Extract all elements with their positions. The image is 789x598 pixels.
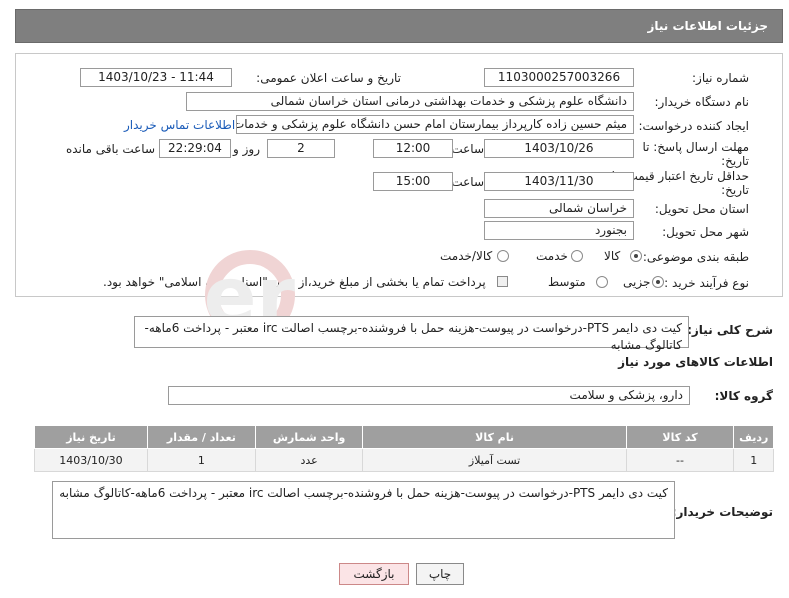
process-radio-medium[interactable] (596, 276, 608, 288)
category-label: طبقه بندی موضوعی: (642, 250, 749, 264)
city-field: بجنورد (484, 221, 634, 240)
process-option-minor: جزیی (623, 275, 651, 289)
goods-section-title: اطلاعات کالاهای مورد نیاز (618, 355, 773, 369)
buyer-org-label: نام دستگاه خریدار: (654, 95, 750, 109)
creator-field: میثم حسین زاده کارپرداز بیمارستان امام ح… (236, 115, 634, 134)
cell-item-name: تست آمیلاز (362, 448, 627, 472)
category-option-service: خدمت (536, 249, 568, 263)
items-table: ردیف کد کالا نام کالا واحد شمارش تعداد /… (34, 425, 774, 472)
cell-need-date: 1403/10/30 (34, 448, 148, 472)
header-item-name: نام کالا (362, 425, 627, 449)
need-number-field: 1103000257003266 (484, 68, 634, 87)
process-radio-minor[interactable] (652, 276, 664, 288)
remaining-time-field: 22:29:04 (159, 139, 231, 158)
remaining-label: ساعت باقی مانده (65, 142, 155, 156)
province-field: خراسان شمالی (484, 199, 634, 218)
header-item-code: کد کالا (625, 425, 735, 449)
category-radio-both[interactable] (497, 250, 509, 262)
validity-time-label: ساعت (451, 175, 484, 189)
send-time-field: 12:00 (373, 139, 453, 158)
validity-date-field: 1403/11/30 (484, 172, 634, 191)
days-field: 2 (267, 139, 335, 158)
print-button[interactable]: چاپ (416, 563, 464, 585)
validity-date-label: تاریخ: (721, 183, 749, 197)
city-label: شهر محل تحویل: (662, 225, 749, 239)
send-deadline-label: مهلت ارسال پاسخ: تا (642, 140, 749, 154)
cell-row-number: 1 (733, 448, 774, 472)
summary-label: شرح کلی نیاز: (687, 323, 773, 337)
validity-time-field: 15:00 (373, 172, 453, 191)
category-option-goods: کالا (604, 249, 621, 263)
cell-unit: عدد (254, 448, 364, 472)
payment-note: پرداخت تمام یا بخشی از مبلغ خرید،از محل … (103, 275, 486, 289)
cell-quantity: 1 (146, 448, 256, 472)
table-header-row: ردیف کد کالا نام کالا واحد شمارش تعداد /… (34, 425, 774, 449)
header-need-date: تاریخ نیاز (34, 425, 148, 449)
buyer-notes-label: توضیحات خریدار: (671, 505, 773, 519)
announce-field: 1403/10/23 - 11:44 (80, 68, 232, 87)
category-radio-service[interactable] (571, 250, 583, 262)
buyer-notes-text: کیت دی دایمر PTS-درخواست در پیوست-هزینه … (52, 481, 675, 539)
table-row: 1 -- تست آمیلاز عدد 1 1403/10/30 (34, 448, 774, 472)
contact-buyer-link[interactable]: اطلاعات تماس خریدار (124, 118, 235, 132)
summary-text: کیت دی دایمر PTS-درخواست در پیوست-هزینه … (134, 316, 689, 352)
need-number-label: شماره نیاز: (692, 71, 749, 85)
send-time-label: ساعت (451, 142, 484, 156)
process-label: نوع فرآیند خرید : (664, 276, 749, 290)
creator-label: ایجاد کننده درخواست: (638, 119, 749, 133)
buyer-org-field: دانشگاه علوم پزشکی و خدمات بهداشتی درمان… (186, 92, 634, 111)
back-button[interactable]: بازگشت (339, 563, 409, 585)
province-label: استان محل تحویل: (654, 202, 749, 216)
panel-header: جزئیات اطلاعات نیاز (15, 9, 783, 43)
announce-label: تاریخ و ساعت اعلان عمومی: (256, 71, 401, 85)
category-radio-goods[interactable] (630, 250, 642, 262)
cell-item-code: -- (625, 448, 735, 472)
page-title: جزئیات اطلاعات نیاز (647, 19, 768, 33)
payment-checkbox[interactable] (497, 276, 508, 287)
goods-group-field: دارو، پزشکی و سلامت (168, 386, 690, 405)
header-row-number: ردیف (733, 425, 774, 449)
process-option-medium: متوسط (548, 275, 586, 289)
send-date-field: 1403/10/26 (484, 139, 634, 158)
goods-group-label: گروه کالا: (714, 389, 773, 403)
header-unit: واحد شمارش (254, 425, 364, 449)
header-quantity: تعداد / مقدار (146, 425, 256, 449)
category-option-both: کالا/خدمت (440, 249, 493, 263)
send-deadline-date-label: تاریخ: (721, 154, 749, 168)
days-label: روز و (233, 142, 260, 156)
